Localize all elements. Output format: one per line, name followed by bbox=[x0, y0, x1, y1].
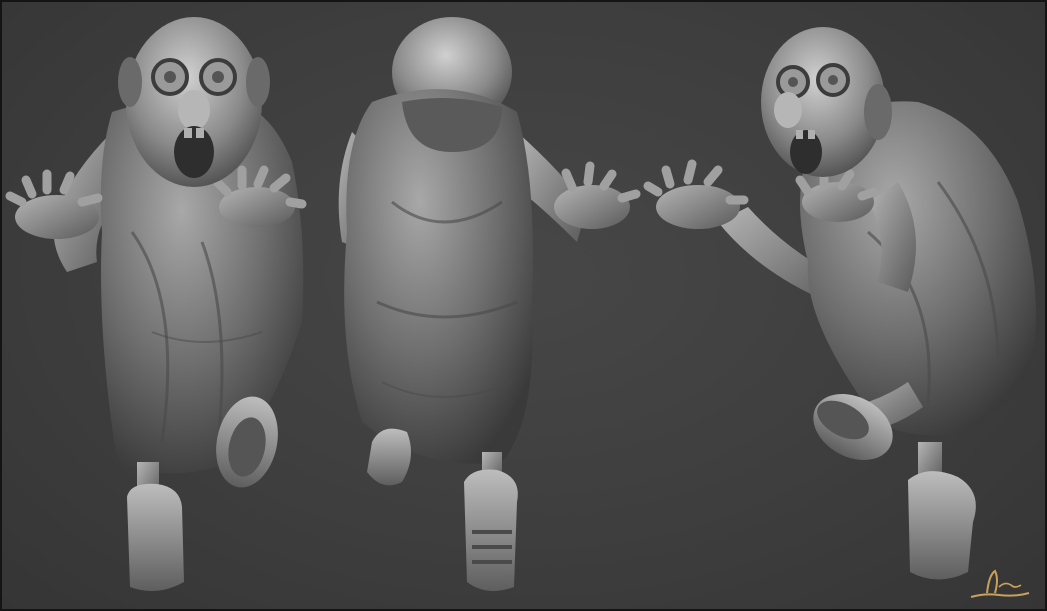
character-back-view bbox=[322, 2, 652, 609]
sculpt-turnaround-canvas bbox=[0, 0, 1047, 611]
front-figure-svg bbox=[5, 17, 307, 591]
side-figure-svg bbox=[643, 27, 1036, 580]
back-figure-svg bbox=[338, 17, 641, 591]
artist-signature bbox=[970, 569, 1030, 598]
character-three-quarter-view bbox=[638, 2, 1045, 609]
character-front-view bbox=[2, 2, 322, 609]
